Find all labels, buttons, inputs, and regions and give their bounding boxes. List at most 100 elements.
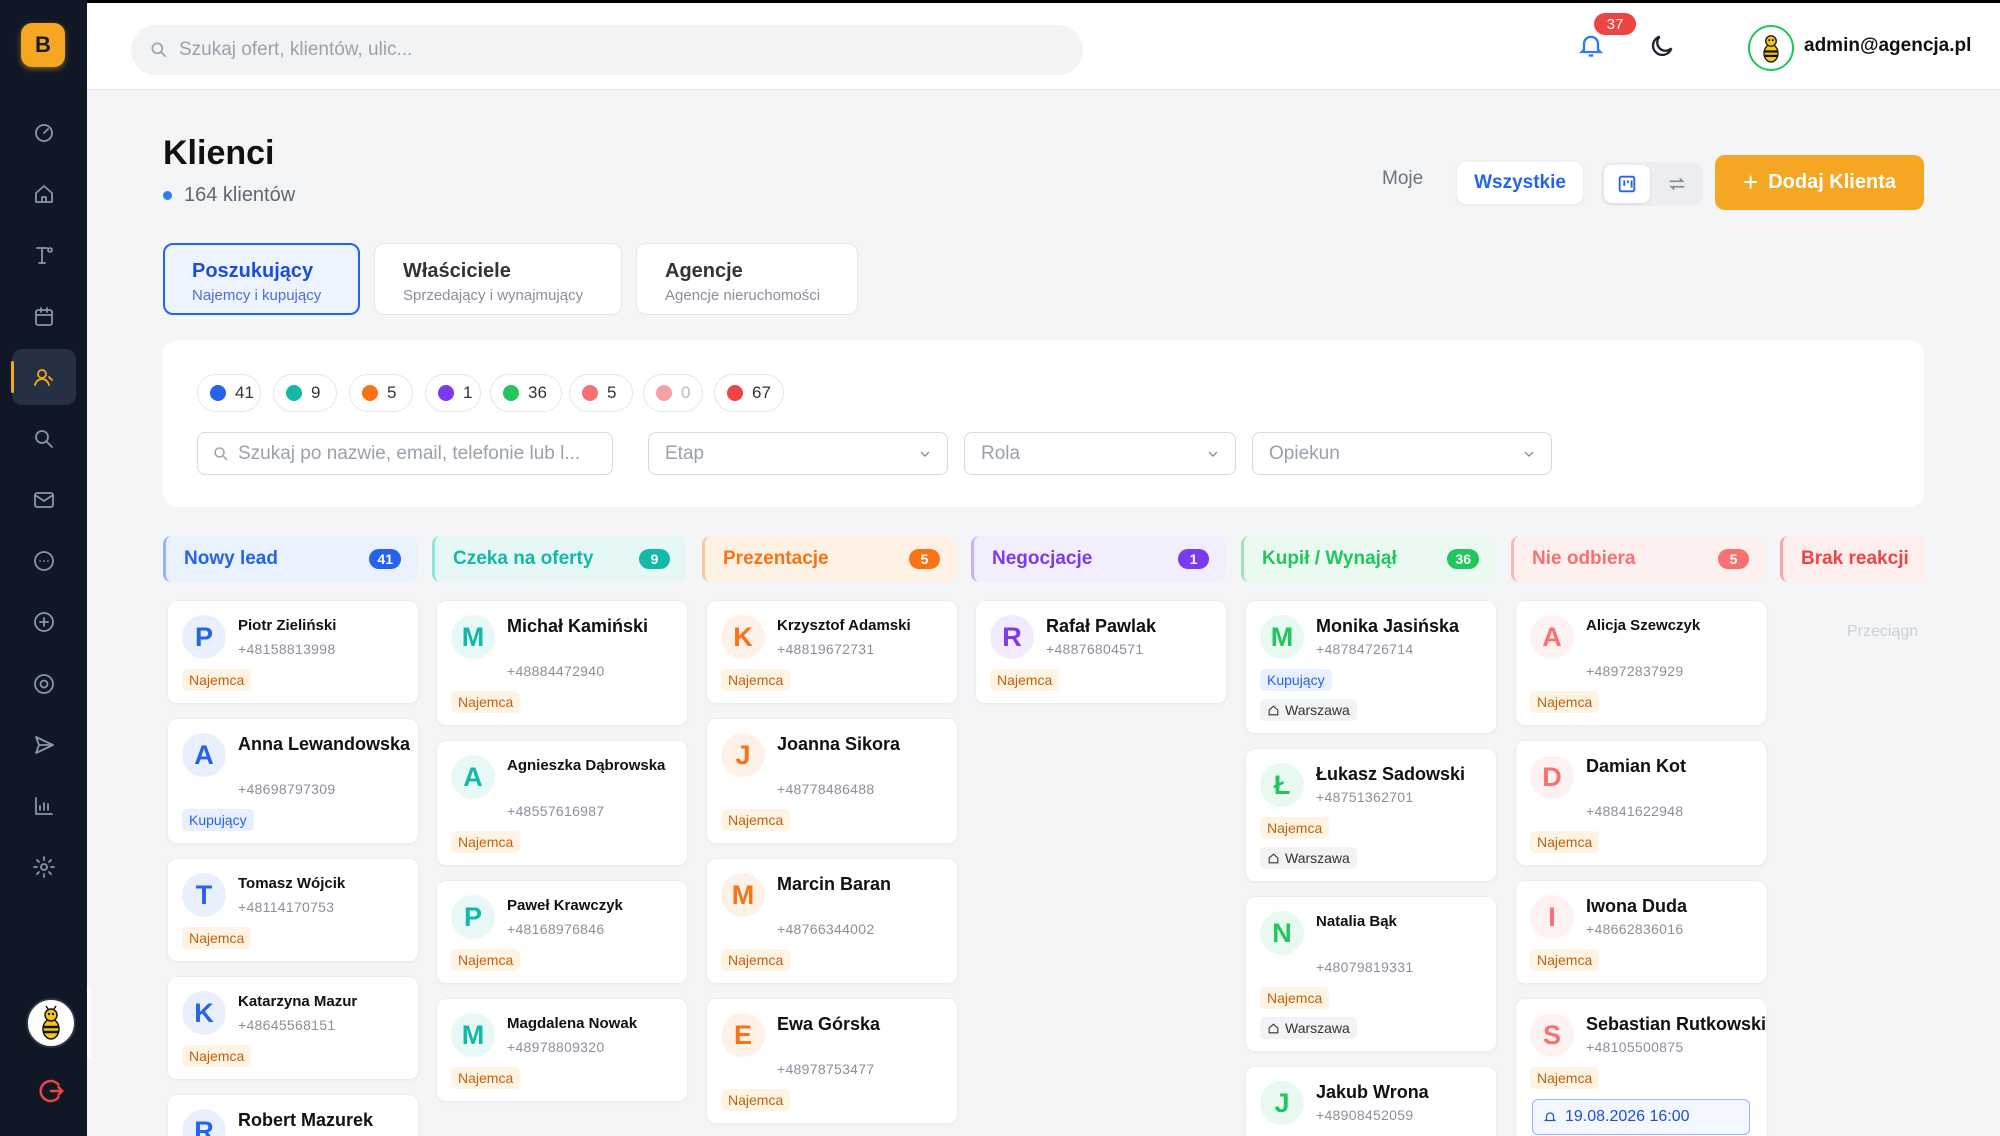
nav-clients[interactable] <box>11 349 76 405</box>
stage-chip[interactable]: 1 <box>425 374 481 412</box>
client-name: Marcin Baran <box>777 874 892 894</box>
nav-dashboard[interactable] <box>12 104 76 160</box>
nav-send[interactable] <box>12 717 76 773</box>
nav-reports[interactable] <box>12 778 76 834</box>
role-tag: Najemca <box>1530 691 1600 713</box>
role-tag: Najemca <box>1260 817 1330 839</box>
tab-seekers[interactable]: Poszukujący Najemcy i kupujący <box>163 243 360 315</box>
nav-properties[interactable] <box>12 166 76 222</box>
stage-chip[interactable]: 67 <box>714 374 784 412</box>
nav-messages[interactable] <box>12 533 76 589</box>
sidebar: B <box>0 0 87 1136</box>
toggle-mine[interactable]: Moje <box>1382 168 1423 190</box>
kanban-icon <box>1618 175 1636 193</box>
column-header[interactable]: Nowy lead 41 <box>163 536 417 582</box>
client-card[interactable]: M Monika Jasińska +48784726714 Kupujący Wars… <box>1245 600 1497 734</box>
column-header[interactable]: Nie odbiera 5 <box>1511 536 1765 582</box>
search-icon <box>151 42 167 58</box>
stage-color-dot <box>438 385 454 401</box>
role-tag: Najemca <box>1260 987 1330 1009</box>
column-title: Nie odbiera <box>1532 548 1636 569</box>
scheduled-event[interactable]: 19.08.2026 16:00 <box>1532 1099 1750 1135</box>
sidebar-avatar[interactable] <box>26 998 76 1048</box>
client-card[interactable]: E Ewa Górska +48978753477 Najemca <box>706 998 958 1124</box>
global-search-input[interactable] <box>179 39 1059 61</box>
theme-toggle[interactable] <box>1648 32 1678 62</box>
client-card[interactable]: R Robert Mazurek <box>167 1094 419 1136</box>
nav-search[interactable] <box>12 411 76 467</box>
column-header[interactable]: Prezentacje 5 <box>702 536 956 582</box>
plus-icon: + <box>1743 167 1759 197</box>
client-card[interactable]: K Krzysztof Adamski +48819672731 Najemca <box>706 600 958 704</box>
client-card[interactable]: P Piotr Zieliński +48158813998 Najemca <box>167 600 419 704</box>
client-avatar: N <box>1260 911 1304 955</box>
client-card[interactable]: T Tomasz Wójcik +48114170753 Najemca <box>167 858 419 962</box>
stage-chip-count: 67 <box>752 383 771 402</box>
stage-chip[interactable]: 5 <box>569 374 633 412</box>
client-card[interactable]: A Anna Lewandowska +48698797309 Kupujący <box>167 718 419 844</box>
client-card[interactable]: M Marcin Baran +48766344002 Najemca <box>706 858 958 984</box>
column-title: Prezentacje <box>723 548 829 569</box>
add-client-button[interactable]: + Dodaj Klienta <box>1715 155 1924 210</box>
stage-chip[interactable]: 41 <box>197 374 261 412</box>
client-card[interactable]: Ł Łukasz Sadowski +48751362701 Najemca Warsz… <box>1245 748 1497 882</box>
nav-calendar[interactable] <box>12 289 76 345</box>
client-card[interactable]: I Iwona Duda +48662836016 Najemca <box>1515 880 1767 984</box>
role-tag: Najemca <box>990 669 1060 691</box>
client-card[interactable]: A Alicja Szewczyk +48972837929 Najemca <box>1515 600 1767 726</box>
user-avatar[interactable] <box>1748 25 1794 71</box>
client-phone: +48698797309 <box>238 781 336 797</box>
column-count-badge: 1 <box>1178 549 1209 569</box>
nav-threads[interactable] <box>12 656 76 712</box>
client-card[interactable]: M Michał Kamiński +48884472940 Najemca <box>436 600 688 726</box>
client-card[interactable]: K Katarzyna Mazur +48645568151 Najemca <box>167 976 419 1080</box>
client-card[interactable]: P Paweł Krawczyk +48168976846 Najemca <box>436 880 688 984</box>
column-header[interactable]: Czeka na oferty 9 <box>432 536 686 582</box>
owner-select[interactable]: Opiekun <box>1252 432 1552 475</box>
client-phone: +48884472940 <box>507 663 605 679</box>
client-name: Damian Kot <box>1586 756 1687 776</box>
role-select[interactable]: Rola <box>964 432 1236 475</box>
stage-select[interactable]: Etap <box>648 432 948 475</box>
client-name: Monika Jasińska <box>1316 616 1460 636</box>
stage-chip[interactable]: 5 <box>349 374 413 412</box>
stage-chip[interactable]: 0 <box>643 374 703 412</box>
client-card[interactable]: R Rafał Pawlak +48876804571 Najemca <box>975 600 1227 704</box>
column-header[interactable]: Brak reakcji <box>1780 536 1925 582</box>
client-card[interactable]: S Sebastian Rutkowski +48105500875 Najemca 1… <box>1515 998 1767 1136</box>
tab-agencies[interactable]: Agencje Agencje nieruchomości <box>636 243 858 315</box>
app-logo[interactable]: B <box>21 23 65 67</box>
list-view-button[interactable] <box>1654 165 1700 203</box>
notifications-button[interactable] <box>1577 31 1609 63</box>
client-card[interactable]: N Natalia Bąk +48079819331 Najemca Warszawa <box>1245 896 1497 1052</box>
client-card[interactable]: A Agnieszka Dąbrowska +48557616987 Najemca <box>436 740 688 866</box>
client-name: Agnieszka Dąbrowska <box>507 757 666 774</box>
bar-chart-icon <box>35 797 53 815</box>
tab-owners[interactable]: Właściciele Sprzedający i wynajmujący <box>374 243 622 315</box>
stage-chip[interactable]: 9 <box>273 374 337 412</box>
logout-button[interactable] <box>36 1076 66 1106</box>
client-name: Tomasz Wójcik <box>238 875 346 892</box>
nav-mail[interactable] <box>12 472 76 528</box>
nav-settings[interactable] <box>12 839 76 895</box>
client-search-input[interactable] <box>238 442 608 465</box>
client-card[interactable]: J Jakub Wrona +48908452059 <box>1245 1066 1497 1136</box>
client-search[interactable] <box>197 432 613 475</box>
stage-chip[interactable]: 36 <box>490 374 562 412</box>
nav-boards[interactable] <box>12 227 76 283</box>
global-search[interactable] <box>131 25 1083 75</box>
client-card[interactable]: M Magdalena Nowak +48978809320 Najemca <box>436 998 688 1102</box>
client-card[interactable]: D Damian Kot +48841622948 Najemca <box>1515 740 1767 866</box>
role-tag: Najemca <box>451 1067 521 1089</box>
stage-chip-count: 5 <box>607 383 617 402</box>
column-header[interactable]: Kupił / Wynajął 36 <box>1241 536 1495 582</box>
client-card[interactable]: J Joanna Sikora +48778486488 Najemca <box>706 718 958 844</box>
swap-icon <box>1669 177 1685 191</box>
nav-add[interactable] <box>12 594 76 650</box>
toggle-all[interactable]: Wszystkie <box>1457 162 1583 204</box>
client-phone: +48908452059 <box>1316 1107 1414 1123</box>
column-header[interactable]: Negocjacje 1 <box>971 536 1225 582</box>
client-name: Joanna Sikora <box>777 734 901 754</box>
user-email[interactable]: admin@agencja.pl <box>1804 35 1971 57</box>
kanban-view-button[interactable] <box>1604 165 1650 203</box>
